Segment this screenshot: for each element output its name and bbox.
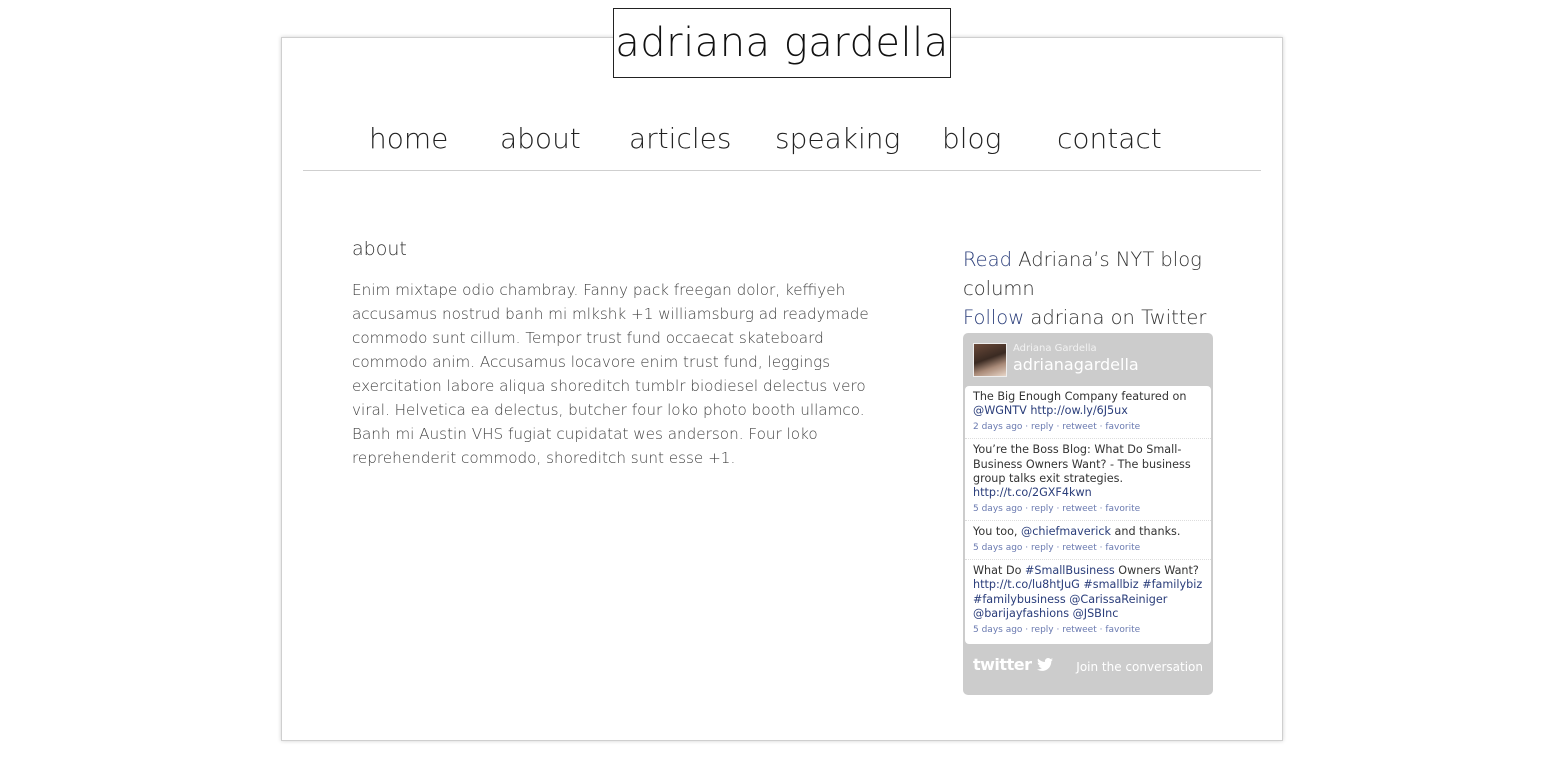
reply-link[interactable]: reply <box>1031 543 1054 553</box>
tweet-text: You’re the Boss Blog: What Do Small-Busi… <box>973 443 1191 486</box>
retweet-link[interactable]: retweet <box>1062 504 1097 514</box>
twitter-logo-icon[interactable]: twitter <box>973 655 1053 674</box>
separator: · <box>1022 624 1032 635</box>
separator: · <box>1053 542 1063 553</box>
twitter-follow-link[interactable]: Follow <box>963 306 1024 329</box>
twitter-follow-text: adriana on Twitter <box>1024 306 1207 329</box>
tweet-item: You’re the Boss Blog: What Do Small-Busi… <box>965 439 1211 522</box>
tweet-meta: 5 days ago · reply · retweet · favorite <box>973 623 1203 637</box>
tweet-timestamp[interactable]: 5 days ago <box>973 625 1022 635</box>
nyt-read-link[interactable]: Read <box>963 248 1012 271</box>
twitter-handle[interactable]: adrianagardella <box>1013 355 1139 374</box>
nav-item-home[interactable]: home <box>369 122 448 155</box>
tweet-item: What Do #SmallBusiness Owners Want? http… <box>965 560 1211 641</box>
tweet-url-link[interactable]: http://t.co/2GXF4kwn <box>973 486 1092 499</box>
twitter-widget-footer: twitter Join the conversation <box>973 655 1203 679</box>
favorite-link[interactable]: favorite <box>1105 625 1140 635</box>
favorite-link[interactable]: favorite <box>1105 504 1140 514</box>
tweet-feed[interactable]: The Big Enough Company featured on @WGNT… <box>965 386 1211 644</box>
twitter-follow-line: Follow adriana on Twitter <box>963 303 1213 332</box>
tweet-text: Owners Want? <box>1114 564 1199 578</box>
tweet-mention-link[interactable]: @WGNTV <box>973 404 1027 417</box>
nav-item-about[interactable]: about <box>500 122 581 155</box>
site-logo[interactable]: adriana gardella <box>613 8 951 78</box>
tweet-text: What Do <box>973 564 1025 578</box>
separator: · <box>1022 421 1032 432</box>
tweet-url-link[interactable]: http://ow.ly/6J5ux <box>1030 404 1128 417</box>
tweet-timestamp[interactable]: 5 days ago <box>973 504 1022 514</box>
tweet-text: and thanks. <box>1111 525 1181 539</box>
tweet-meta: 5 days ago · reply · retweet · favorite <box>973 502 1203 516</box>
separator: · <box>1053 624 1063 635</box>
tweet-meta: 5 days ago · reply · retweet · favorite <box>973 541 1203 555</box>
twitter-logo-text: twitter <box>973 655 1032 674</box>
tweet-mention-link[interactable]: @chiefmaverick <box>1021 525 1111 538</box>
tweet-item: The Big Enough Company featured on @WGNT… <box>965 386 1211 440</box>
tweet-meta: 2 days ago · reply · retweet · favorite <box>973 420 1203 434</box>
page-title: about <box>352 238 407 260</box>
favorite-link[interactable]: favorite <box>1105 543 1140 553</box>
reply-link[interactable]: reply <box>1031 504 1054 514</box>
reply-link[interactable]: reply <box>1031 422 1054 432</box>
nyt-blog-line: Read Adriana’s NYT blog column <box>963 245 1213 303</box>
main-nav: home about articles speaking blog contac… <box>303 118 1261 171</box>
tweet-text: You too, <box>973 525 1022 539</box>
separator: · <box>1053 503 1063 514</box>
about-body-text: Enim mixtape odio chambray. Fanny pack f… <box>352 281 869 467</box>
nav-item-speaking[interactable]: speaking <box>775 122 900 155</box>
twitter-full-name[interactable]: Adriana Gardella <box>1013 343 1097 354</box>
site-logo-text: adriana gardella <box>615 20 949 66</box>
tweet-timestamp[interactable]: 2 days ago <box>973 422 1022 432</box>
join-conversation-link[interactable]: Join the conversation <box>1076 660 1203 674</box>
nav-item-contact[interactable]: contact <box>1057 122 1162 155</box>
nav-item-articles[interactable]: articles <box>629 122 731 155</box>
tweet-url-link[interactable]: http://t.co/lu8htJuG #smallbiz #familybi… <box>973 578 1202 620</box>
tweet-timestamp[interactable]: 5 days ago <box>973 543 1022 553</box>
sidebar: Read Adriana’s NYT blog column Follow ad… <box>963 245 1213 332</box>
retweet-link[interactable]: retweet <box>1062 422 1097 432</box>
reply-link[interactable]: reply <box>1031 625 1054 635</box>
twitter-widget-header: Adriana Gardella adrianagardella <box>973 343 1203 383</box>
tweet-item: You too, @chiefmaverick and thanks. 5 da… <box>965 521 1211 561</box>
tweet-hashtag-link[interactable]: #SmallBusiness <box>1025 564 1115 577</box>
favorite-link[interactable]: favorite <box>1105 422 1140 432</box>
retweet-link[interactable]: retweet <box>1062 625 1097 635</box>
separator: · <box>1022 503 1032 514</box>
twitter-widget: Adriana Gardella adrianagardella The Big… <box>963 333 1213 695</box>
nav-item-blog[interactable]: blog <box>942 122 1002 155</box>
retweet-link[interactable]: retweet <box>1062 543 1097 553</box>
separator: · <box>1022 542 1032 553</box>
separator: · <box>1053 421 1063 432</box>
avatar[interactable] <box>973 343 1007 377</box>
tweet-text: The Big Enough Company featured on <box>973 390 1187 403</box>
